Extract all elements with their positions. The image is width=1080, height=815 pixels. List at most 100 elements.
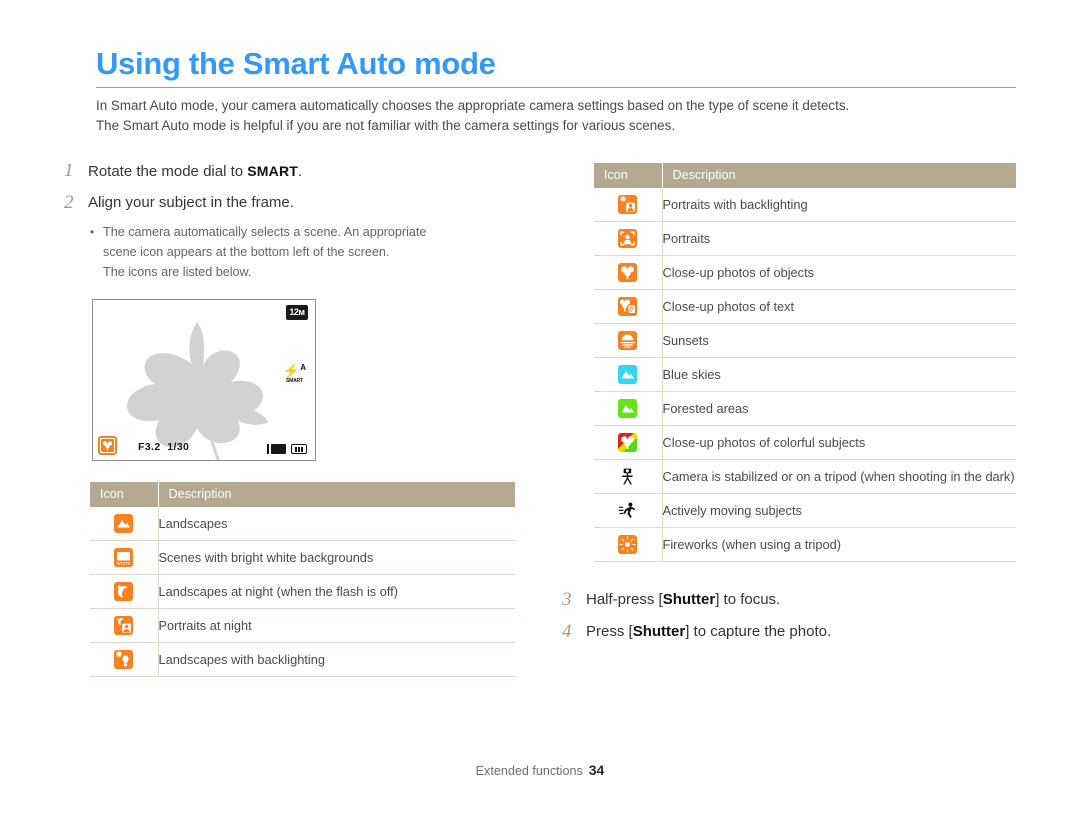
memory-card-icon (267, 444, 286, 454)
table-header-row: Icon Description (594, 163, 1016, 188)
step-1: 1 Rotate the mode dial to SMART. (64, 160, 302, 183)
step-4-text-after: ] to capture the photo. (685, 623, 832, 640)
exposure-info: F3.2 1/30 (138, 441, 189, 453)
step-3-number: 3 (562, 589, 572, 610)
macro-flower-icon (98, 436, 117, 455)
white-background-icon-cell: WHITE (90, 540, 159, 575)
note-line-text: scene icon appears at the bottom left of… (103, 245, 390, 259)
shutter-key-label: Shutter (632, 623, 686, 640)
step-3: 3 Half-press [Shutter] to focus. (562, 589, 780, 611)
header-description: Description (662, 163, 1016, 188)
sunset-icon (618, 331, 638, 351)
macro-flower-glyph (102, 441, 113, 451)
table-row: Actively moving subjects (594, 493, 1016, 528)
row-description: Camera is stabilized or on a tripod (whe… (662, 459, 1016, 494)
macro-text-icon-cell (594, 289, 663, 324)
table-row: Portraits at night (90, 608, 515, 643)
backlight-portrait-icon (618, 195, 638, 215)
scene-icon-table-right: Icon Description Portraits with backligh… (594, 163, 1016, 562)
row-description: Blue skies (662, 357, 1016, 392)
step-4-text-before: Press [ (586, 623, 633, 640)
backlight-portrait-icon-cell (594, 188, 663, 222)
manual-page: Using the Smart Auto mode In Smart Auto … (0, 0, 1080, 815)
step-1-text: Rotate the mode dial to SMART. (88, 160, 302, 183)
aperture-value: F3.2 (138, 441, 161, 453)
night-landscape-icon-cell (90, 574, 159, 609)
step-2-notes: • The camera automatically selects a sce… (90, 222, 510, 282)
fireworks-icon-cell (594, 527, 663, 562)
backlight-landscape-icon-cell (90, 642, 159, 677)
header-icon: Icon (90, 482, 159, 507)
footer-section-label: Extended functions (475, 764, 583, 778)
tripod-icon (618, 467, 637, 486)
title-divider (96, 86, 1016, 88)
step-1-text-before: Rotate the mode dial to (88, 163, 248, 180)
table-header-row: Icon Description (90, 482, 515, 507)
table-row: Sunsets (594, 323, 1016, 358)
action-icon-cell (594, 493, 663, 528)
page-title: Using the Smart Auto mode (96, 46, 496, 81)
intro-line-1: In Smart Auto mode, your camera automati… (96, 98, 850, 113)
intro-line-2: The Smart Auto mode is helpful if you ar… (96, 118, 676, 133)
table-row: Blue skies (594, 357, 1016, 392)
row-description: Fireworks (when using a tripod) (662, 527, 1016, 562)
step-2: 2 Align your subject in the frame. (64, 192, 294, 214)
page-footer: Extended functions 34 (0, 762, 1080, 778)
step-3-text-before: Half-press [ (586, 591, 663, 608)
table-row: Close-up photos of colorful subjects (594, 425, 1016, 460)
page-title-block: Using the Smart Auto mode (96, 46, 1016, 88)
table-row: Landscapes with backlighting (90, 642, 515, 677)
resolution-badge: 12м (286, 305, 308, 320)
step-3-text: Half-press [Shutter] to focus. (586, 589, 780, 611)
macro-icon-cell (594, 255, 663, 290)
svg-text:WHITE: WHITE (117, 561, 131, 566)
macro-icon (618, 263, 638, 283)
step-4: 4 Press [Shutter] to capture the photo. (562, 621, 831, 643)
row-description: Sunsets (662, 323, 1016, 358)
table-row: Fireworks (when using a tripod) (594, 527, 1016, 562)
camera-preview-screen: 12м ⚡A SMART F3.2 1/30 (92, 299, 316, 461)
flash-mode-label: SMART (286, 377, 303, 384)
table-row: WHITE Scenes with bright white backgroun… (90, 540, 515, 575)
night-portrait-icon-cell (90, 608, 159, 643)
step-4-number: 4 (562, 621, 572, 642)
table-row: Close-up photos of objects (594, 255, 1016, 290)
note-line-text: The icons are listed below. (103, 265, 252, 279)
row-description: Portraits with backlighting (662, 188, 1016, 222)
landscape-icon-cell (90, 507, 159, 541)
header-description: Description (158, 482, 515, 507)
header-icon: Icon (594, 163, 663, 188)
landscape-icon (114, 514, 134, 534)
step-1-text-after: . (298, 163, 303, 180)
note-line: The icons are listed below. (90, 262, 510, 282)
table-row: Forested areas (594, 391, 1016, 426)
portrait-icon (618, 229, 638, 249)
table-row: Camera is stabilized or on a tripod (whe… (594, 459, 1016, 494)
note-line: scene icon appears at the bottom left of… (90, 242, 510, 262)
forest-icon-cell (594, 391, 663, 426)
portrait-icon-cell (594, 221, 663, 256)
table-row: Portraits (594, 221, 1016, 256)
white-background-icon: WHITE (114, 548, 134, 568)
flash-auto-icon: ⚡A (282, 362, 306, 379)
note-line: • The camera automatically selects a sce… (90, 222, 510, 242)
forest-icon (618, 399, 638, 419)
macro-color-icon-cell (594, 425, 663, 460)
night-portrait-icon (114, 616, 134, 636)
macro-text-icon (618, 297, 638, 317)
table-row: Landscapes at night (when the flash is o… (90, 574, 515, 609)
row-description: Actively moving subjects (662, 493, 1016, 528)
row-description: Landscapes with backlighting (158, 642, 515, 677)
mode-dial-smart-label: SMART (247, 163, 299, 179)
row-description: Portraits at night (158, 608, 515, 643)
tripod-icon-cell (594, 459, 663, 494)
blue-sky-icon (618, 365, 638, 385)
blue-sky-icon-cell (594, 357, 663, 392)
row-description: Forested areas (662, 391, 1016, 426)
row-description: Close-up photos of objects (662, 255, 1016, 290)
row-description: Landscapes (158, 507, 515, 541)
night-landscape-icon (114, 582, 134, 602)
table-row: Portraits with backlighting (594, 188, 1016, 222)
action-icon (618, 501, 637, 520)
row-description: Landscapes at night (when the flash is o… (158, 574, 515, 609)
